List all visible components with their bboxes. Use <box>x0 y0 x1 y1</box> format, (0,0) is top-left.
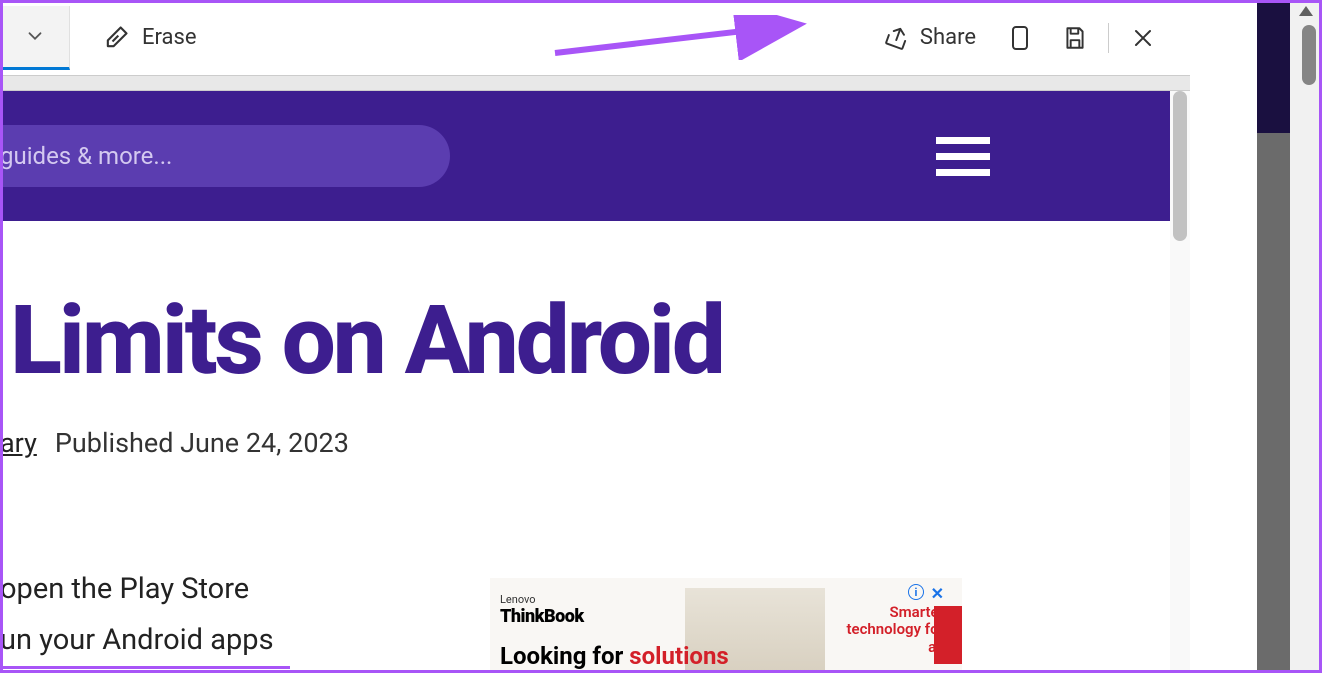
menu-button[interactable] <box>936 137 990 176</box>
window-scrollbar-thumb[interactable] <box>1302 25 1316 85</box>
ad-headline-plain: Looking for <box>500 642 629 670</box>
ad-headline: Looking for solutions <box>500 642 729 670</box>
body-line: un your Android apps <box>0 623 274 657</box>
chevron-down-icon <box>24 25 46 47</box>
erase-label: Erase <box>142 25 197 50</box>
copy-icon <box>1008 24 1032 52</box>
published-date: Published June 24, 2023 <box>55 427 349 459</box>
copy-button[interactable] <box>992 15 1047 60</box>
article-meta: ary Published June 24, 2023 <box>0 427 1170 459</box>
ad-tagline: Smarter technology for all <box>829 604 944 656</box>
ad-close-icon[interactable]: ✕ <box>931 584 944 603</box>
share-icon <box>884 25 910 51</box>
content-scrollbar-thumb[interactable] <box>1173 91 1187 241</box>
screenshot-toolbar: Erase Share <box>0 0 1190 75</box>
window-scrollbar-track-overlay[interactable] <box>1290 0 1322 673</box>
erase-button[interactable]: Erase <box>90 16 209 60</box>
author-link[interactable]: ary <box>0 427 37 459</box>
scrollbar-arrow-up-icon[interactable] <box>1290 0 1322 22</box>
erase-icon <box>102 24 130 52</box>
share-label: Share <box>920 25 976 50</box>
ad-brand-big: ThinkBook <box>500 606 584 627</box>
hamburger-icon <box>936 137 990 144</box>
ad-headline-highlight: solutions <box>629 642 728 670</box>
close-icon <box>1131 26 1155 50</box>
article-title: Limits on Android <box>10 291 1170 392</box>
search-placeholder-text: guides & more... <box>0 142 172 170</box>
advertisement[interactable]: Lenovo ThinkBook Looking for solutions i… <box>490 578 962 673</box>
underline-annotation <box>0 666 290 669</box>
marker-dropdown-button[interactable] <box>0 6 70 70</box>
save-icon <box>1062 25 1088 51</box>
content-scrollbar-track[interactable] <box>1170 91 1190 673</box>
toolbar-divider <box>1108 23 1109 53</box>
hamburger-icon <box>936 169 990 176</box>
ad-info-icon[interactable]: i <box>908 584 924 600</box>
ad-brand: Lenovo ThinkBook <box>500 593 584 627</box>
ad-brand-small: Lenovo <box>500 593 584 606</box>
share-button[interactable]: Share <box>868 15 992 61</box>
close-button[interactable] <box>1115 15 1170 60</box>
save-button[interactable] <box>1047 15 1102 60</box>
captured-content: guides & more... Limits on Android ary P… <box>0 91 1170 673</box>
toolbar-separator <box>0 75 1190 91</box>
ad-lenovo-badge <box>934 606 962 664</box>
site-header: guides & more... <box>0 91 1170 221</box>
hamburger-icon <box>936 153 990 160</box>
search-input[interactable]: guides & more... <box>0 125 450 187</box>
